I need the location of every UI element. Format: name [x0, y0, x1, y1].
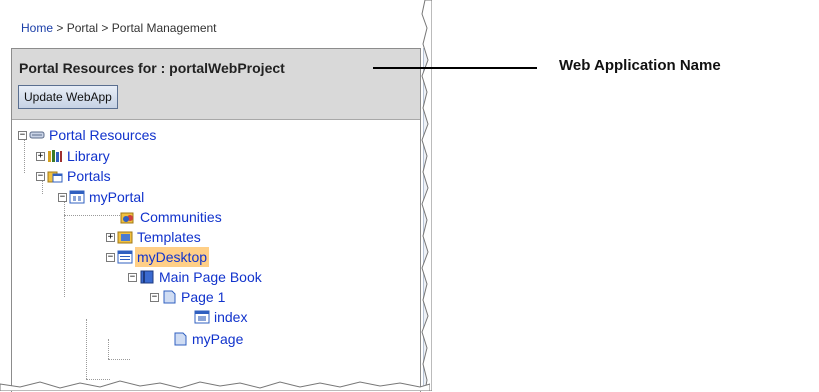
breadcrumb-current: Portal Management: [111, 21, 217, 35]
tree-label: Page 1: [181, 289, 226, 305]
tree-line: [64, 199, 65, 297]
tree-node-templates[interactable]: + Templates: [106, 227, 203, 247]
tree-label: myDesktop: [135, 247, 210, 267]
portal-resources-panel: Portal Resources for : portalWebProject …: [11, 48, 421, 392]
tree-node-portal-resources[interactable]: − Portal Resources: [18, 125, 158, 145]
collapse-toggle[interactable]: −: [36, 171, 45, 181]
expand-toggle[interactable]: +: [36, 151, 45, 161]
tree-node-portals[interactable]: − Portals: [36, 166, 113, 186]
portals-icon: [47, 171, 63, 183]
portlet-icon: [194, 310, 210, 324]
callout-line: [373, 67, 537, 69]
library-icon: [48, 150, 62, 162]
communities-icon: [120, 212, 134, 224]
expand-toggle[interactable]: +: [106, 232, 115, 242]
breadcrumb-home-link[interactable]: Home: [21, 21, 53, 35]
tree-line: [108, 339, 109, 359]
collapse-toggle[interactable]: −: [128, 272, 137, 282]
resources-icon: [29, 131, 45, 139]
tree-node-communities[interactable]: Communities: [120, 207, 224, 227]
tree-label: myPage: [192, 331, 244, 347]
tree-line: [86, 319, 87, 379]
panel-header: Portal Resources for : portalWebProject …: [12, 49, 420, 120]
page-icon: [163, 290, 176, 304]
tree-label: Communities: [140, 209, 222, 225]
tree-line: [108, 359, 130, 360]
tree-label: Portals: [67, 168, 111, 184]
torn-bottom-decoration: [0, 380, 430, 391]
panel-title: Portal Resources for : portalWebProject: [19, 60, 285, 76]
breadcrumb: Home > Portal > Portal Management: [21, 21, 217, 35]
tree-node-myportal[interactable]: − myPortal: [58, 187, 146, 207]
tree-node-main-page-book[interactable]: − Main Page Book: [128, 267, 264, 287]
tree-label: Portal Resources: [49, 127, 157, 143]
page-icon: [174, 332, 187, 346]
tree-line: [64, 215, 120, 216]
tree-label: index: [214, 309, 248, 325]
tree-node-mypage[interactable]: myPage: [172, 329, 245, 349]
callout-label: Web Application Name: [559, 57, 721, 74]
collapse-toggle[interactable]: −: [150, 292, 159, 302]
tree-node-page1[interactable]: − Page 1: [150, 287, 227, 307]
tree-label: Main Page Book: [159, 269, 262, 285]
tree-node-library[interactable]: + Library: [36, 146, 112, 166]
breadcrumb-separator: >: [56, 21, 64, 35]
breadcrumb-separator: >: [101, 21, 109, 35]
tree-label: Templates: [137, 229, 201, 245]
collapse-toggle[interactable]: −: [18, 130, 27, 140]
collapse-toggle[interactable]: −: [106, 252, 115, 262]
collapse-toggle[interactable]: −: [58, 192, 67, 202]
desktop-icon: [117, 250, 133, 264]
book-icon: [140, 270, 154, 284]
portal-admin-window: Home > Portal > Portal Management Portal…: [0, 0, 432, 392]
update-webapp-button[interactable]: Update WebApp: [18, 85, 118, 109]
templates-icon: [117, 231, 133, 244]
torn-edge-decoration: [421, 0, 432, 391]
portal-icon: [69, 190, 85, 204]
tree-node-index[interactable]: index: [194, 307, 249, 327]
tree-label: myPortal: [89, 189, 145, 205]
breadcrumb-portal[interactable]: Portal: [67, 21, 98, 35]
tree-node-mydesktop[interactable]: − myDesktop: [106, 247, 210, 267]
tree-label: Library: [67, 148, 110, 164]
